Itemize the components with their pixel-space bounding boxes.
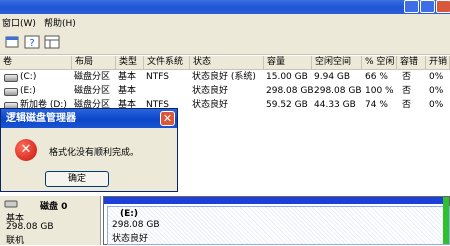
menu-help[interactable]: 帮助(H) [44,16,76,29]
partition-e[interactable]: (E:) 298.08 GB 状态良好 [103,196,450,245]
cell-layout: 磁盘分区 [74,86,111,96]
disk-size: 298.08 GB [6,222,54,232]
column-header-free[interactable]: 空闲空间 [312,56,362,70]
menu-window[interactable]: 窗口(W) [2,16,36,29]
cell-fault-tolerance: 否 [402,100,412,110]
cell-percent-free: 100 % [365,86,394,96]
menu-bar: 窗口(W) 帮助(H) [0,14,450,30]
cell-type: 基本 [118,72,137,82]
partition-size: 298.08 GB [112,220,160,230]
cell-type: 基本 [118,86,137,96]
cell-fault-tolerance: 否 [402,72,412,82]
help-icon[interactable]: ? [24,35,40,49]
cell-free: 44.33 GB [314,100,356,110]
cell-capacity: 298.08 GB [266,86,314,96]
partition-color-band [104,197,449,204]
cell-percent-free: 66 % [365,72,388,82]
svg-text:?: ? [29,38,34,49]
minimize-icon[interactable] [404,0,419,13]
partition-name: (E:) [120,209,138,219]
cell-volume: (C:) [20,72,37,82]
cell-percent-free: 74 % [365,100,388,110]
cell-capacity: 59.52 GB [266,100,308,110]
cell-filesystem: NTFS [146,72,169,82]
error-dialog: 逻辑磁盘管理器 ✕ ✕ 格式化没有顺利完成。 确定 [0,108,178,192]
column-header-fault-tolerance[interactable]: 容错 [397,56,426,70]
cell-fault-tolerance: 否 [402,86,412,96]
cell-volume: (E:) [20,86,36,96]
cell-status: 状态良好 [192,86,229,96]
scroll-edge [443,197,449,244]
window-title-bar [0,0,450,14]
cell-layout: 磁盘分区 [74,72,111,82]
cell-overhead: 0% [429,100,444,110]
cell-capacity: 15.00 GB [266,72,308,82]
ok-button[interactable]: 确定 [45,171,109,187]
partition-selection: (E:) 298.08 GB 状态良好 [107,206,450,245]
disk-icon [4,200,18,208]
column-header-filesystem[interactable]: 文件系统 [144,56,190,70]
close-icon[interactable] [436,0,450,13]
properties-icon[interactable] [4,35,20,49]
cell-status: 状态良好 (系统) [192,72,256,82]
column-header-layout[interactable]: 布局 [72,56,116,70]
cell-free: 9.94 GB [314,72,351,82]
column-header-overhead[interactable]: 开销 [426,56,450,70]
cell-overhead: 0% [429,86,444,96]
cell-status: 状态良好 [192,100,229,110]
column-header-percent-free[interactable]: % 空闲 [362,56,397,70]
column-header-capacity[interactable]: 容量 [264,56,312,70]
column-header-type[interactable]: 类型 [116,56,144,70]
close-icon[interactable]: ✕ [160,111,175,126]
table-row[interactable]: (C:) 磁盘分区 基本 NTFS 状态良好 (系统) 15.00 GB 9.9… [0,70,450,84]
dialog-message: 格式化没有顺利完成。 [49,148,140,158]
column-header-volume[interactable]: 卷 [0,56,72,70]
volume-icon [4,88,18,96]
volume-icon [4,74,18,82]
cell-free: 298.08 GB [314,86,362,96]
dialog-title: 逻辑磁盘管理器 [1,109,177,128]
partition-status: 状态良好 [112,234,149,244]
disk-0-label[interactable]: 磁盘 0 基本 298.08 GB 联机 [0,196,101,246]
maximize-icon[interactable] [420,0,435,13]
toolbar: ? [0,30,450,55]
disk-name: 磁盘 0 [40,202,68,212]
disk-status: 联机 [6,236,25,246]
cell-overhead: 0% [429,72,444,82]
table-row[interactable]: (E:) 磁盘分区 基本 状态良好 298.08 GB 298.08 GB 10… [0,84,450,98]
error-x-icon: ✕ [15,139,37,161]
column-header-status[interactable]: 状态 [190,56,264,70]
view-icon[interactable] [44,35,60,49]
